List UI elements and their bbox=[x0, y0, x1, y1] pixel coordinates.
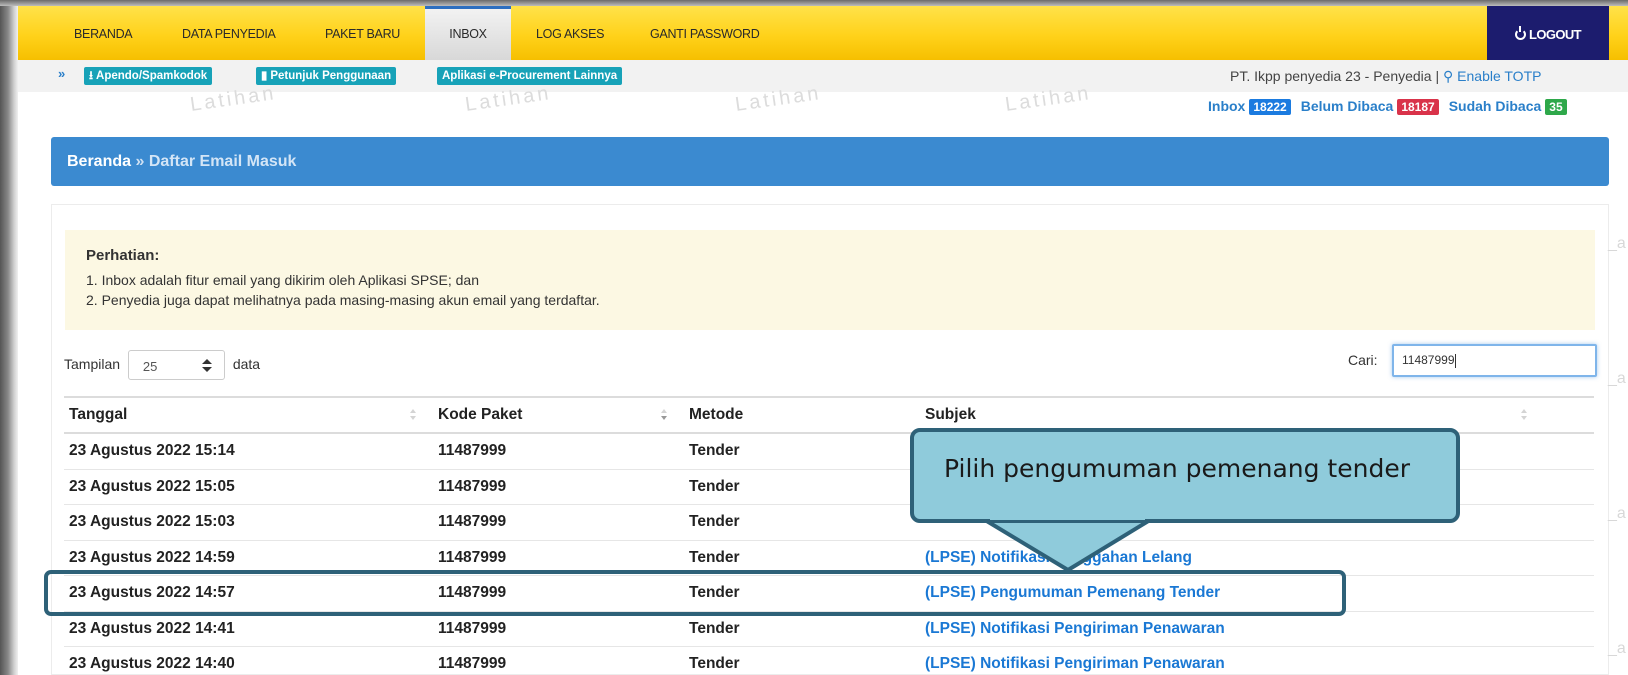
watermark-fragment: _a bbox=[1608, 235, 1626, 252]
header-tanggal[interactable]: Tanggal bbox=[69, 406, 127, 424]
page-length-select[interactable]: 25 bbox=[127, 350, 225, 381]
chevron-up-icon[interactable]: » bbox=[58, 66, 65, 81]
inbox-count-badge: 18222 bbox=[1249, 99, 1291, 115]
cell-kode-paket: 11487999 bbox=[438, 477, 507, 495]
key-icon: ⚲ bbox=[1443, 68, 1454, 84]
cell-kode-paket: 11487999 bbox=[438, 442, 507, 459]
notice-box: Perhatian: 1. Inbox adalah fitur email y… bbox=[65, 230, 1595, 330]
breadcrumb-current: Daftar Email Masuk bbox=[148, 153, 297, 170]
cell-metode: Tender bbox=[689, 655, 740, 672]
breadcrumb-home[interactable]: Beranda bbox=[67, 153, 131, 170]
download-icon: ⭳ bbox=[89, 70, 94, 82]
book-icon: ▮ bbox=[261, 70, 268, 82]
cell-tanggal: 23 Agustus 2022 15:05 bbox=[69, 477, 235, 495]
sort-icon[interactable] bbox=[1521, 409, 1528, 423]
inbox-counts: Inbox 18222 Belum Dibaca 18187 Sudah Dibaca 3… bbox=[1208, 98, 1567, 115]
aplikasi-lainnya-button[interactable]: Aplikasi e-Procurement Lainnya bbox=[437, 67, 623, 85]
nav-data-penyedia[interactable]: DATA PENYEDIA bbox=[182, 6, 276, 60]
breadcrumb: Beranda » Daftar Email Masuk bbox=[51, 137, 1609, 186]
page-length-suffix: data bbox=[232, 356, 261, 372]
apendo-label: Apendo/Spamkodok bbox=[96, 70, 208, 82]
cell-kode-paket: 11487999 bbox=[438, 513, 507, 530]
enable-totp-label: Enable TOTP bbox=[1457, 68, 1542, 84]
cell-kode-paket: 11487999 bbox=[438, 548, 507, 566]
watermark-fragment: _a bbox=[1608, 640, 1626, 657]
page-length-value: 25 bbox=[142, 359, 158, 375]
notice-line-1: 1. Inbox adalah fitur email yang dikirim… bbox=[86, 272, 479, 288]
cell-kode-paket: 11487999 bbox=[438, 619, 507, 637]
cell-metode: Tender bbox=[689, 442, 740, 459]
cell-subjek-link[interactable]: (LPSE) Notifikasi Sanggahan Lelang bbox=[925, 549, 1192, 567]
nav-beranda[interactable]: BERANDA bbox=[74, 6, 133, 60]
cell-metode: Tender bbox=[689, 619, 740, 637]
breadcrumb-separator: » bbox=[135, 153, 145, 170]
header-subjek[interactable]: Subjek bbox=[925, 406, 976, 424]
search-input[interactable]: 11487999 bbox=[1392, 344, 1597, 377]
cell-kode-paket: 11487999 bbox=[438, 655, 507, 672]
notice-title: Perhatian: bbox=[86, 247, 160, 264]
apendo-button[interactable]: ⭳ Apendo/Spamkodok bbox=[84, 67, 213, 85]
nav-inbox[interactable]: INBOX bbox=[425, 6, 511, 60]
cell-metode: Tender bbox=[689, 548, 740, 566]
page-length-label: Tampilan bbox=[64, 356, 121, 372]
user-info-text: PT. Ikpp penyedia 23 - Penyedia | bbox=[1230, 68, 1443, 84]
read-count-badge: 35 bbox=[1545, 99, 1567, 115]
search-label: Cari: bbox=[1348, 352, 1378, 368]
callout-text: Pilih pengumuman pemenang tender bbox=[944, 454, 1410, 483]
nav-log-akses[interactable]: LOG AKSES bbox=[536, 6, 604, 60]
nav-paket-baru[interactable]: PAKET BARU bbox=[325, 6, 400, 60]
top-navigation: BERANDA DATA PENYEDIA PAKET BARU INBOX L… bbox=[18, 6, 1628, 60]
cell-subjek-link[interactable]: (LPSE) Notifikasi Pengiriman Penawaran bbox=[925, 620, 1225, 638]
sort-icon[interactable] bbox=[661, 409, 668, 423]
page-length-control: Tampilan 25 data bbox=[64, 349, 261, 381]
read-label[interactable]: Sudah Dibaca bbox=[1449, 98, 1542, 114]
highlight-box bbox=[44, 570, 1346, 616]
cell-tanggal: 23 Agustus 2022 14:40 bbox=[69, 655, 235, 672]
cell-tanggal: 23 Agustus 2022 15:03 bbox=[69, 513, 235, 530]
watermark-fragment: _a bbox=[1608, 370, 1626, 387]
select-arrows-icon bbox=[201, 359, 212, 373]
search-input-value: 11487999 bbox=[1402, 353, 1455, 367]
text-cursor bbox=[1454, 353, 1456, 368]
cell-tanggal: 23 Agustus 2022 15:14 bbox=[69, 442, 235, 459]
unread-count-badge: 18187 bbox=[1397, 99, 1439, 115]
user-info: PT. Ikpp penyedia 23 - Penyedia | ⚲ Enab… bbox=[1230, 68, 1541, 85]
header-kode-paket[interactable]: Kode Paket bbox=[438, 406, 522, 424]
aplikasi-label: Aplikasi e-Procurement Lainnya bbox=[442, 70, 618, 82]
logout-label: LOGOUT bbox=[1528, 27, 1582, 42]
nav-ganti-password[interactable]: GANTI PASSWORD bbox=[650, 6, 760, 60]
window-frame-left bbox=[0, 0, 18, 675]
enable-totp-link[interactable]: ⚲ Enable TOTP bbox=[1443, 68, 1541, 84]
sort-icon[interactable] bbox=[410, 409, 417, 423]
cell-metode: Tender bbox=[689, 513, 740, 530]
petunjuk-label: Petunjuk Penggunaan bbox=[270, 70, 392, 82]
table-row[interactable]: 23 Agustus 2022 14:40 11487999 Tender (L… bbox=[64, 647, 1594, 675]
logout-button[interactable]: LOGOUT bbox=[1487, 6, 1609, 60]
cell-tanggal: 23 Agustus 2022 14:41 bbox=[69, 619, 235, 637]
petunjuk-button[interactable]: ▮ Petunjuk Penggunaan bbox=[256, 67, 397, 85]
notice-line-2: 2. Penyedia juga dapat melihatnya pada m… bbox=[86, 292, 600, 308]
cell-subjek-link[interactable]: (LPSE) Notifikasi Pengiriman Penawaran bbox=[925, 655, 1225, 673]
cell-metode: Tender bbox=[689, 477, 740, 495]
inbox-label[interactable]: Inbox bbox=[1208, 98, 1245, 114]
instruction-callout: Pilih pengumuman pemenang tender bbox=[910, 428, 1460, 523]
power-icon bbox=[1514, 26, 1526, 40]
cell-tanggal: 23 Agustus 2022 14:59 bbox=[69, 548, 235, 566]
header-metode[interactable]: Metode bbox=[689, 406, 743, 424]
table-row[interactable]: 23 Agustus 2022 14:41 11487999 Tender (L… bbox=[64, 612, 1594, 647]
watermark-fragment: _a bbox=[1608, 505, 1626, 522]
unread-label[interactable]: Belum Dibaca bbox=[1301, 98, 1394, 114]
